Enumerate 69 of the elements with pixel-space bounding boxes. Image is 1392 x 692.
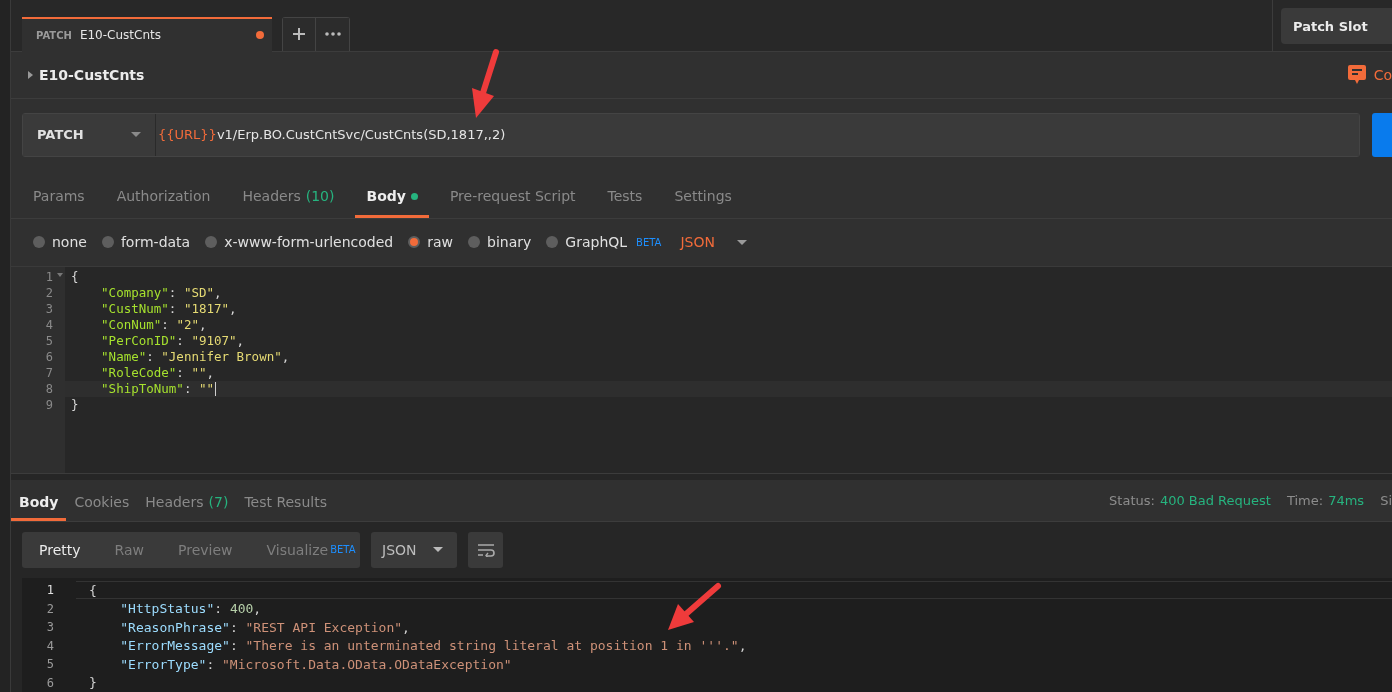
code-line: "ConNum": "2", [100, 316, 208, 333]
code-line: "PerConID": "9107", [100, 332, 246, 349]
fold-caret-icon[interactable] [57, 272, 63, 277]
request-tab[interactable]: PATCH E10-CustCnts [22, 16, 272, 52]
code-line: "ReasonPhrase": "REST API Exception", [119, 618, 411, 637]
line-number: 1 [45, 582, 55, 600]
wrap-lines-icon [476, 543, 495, 557]
request-section-tab[interactable]: Authorization [105, 171, 222, 218]
code-line: "RoleCode": "", [100, 364, 215, 381]
line-number: 6 [45, 674, 55, 692]
response-tab[interactable]: Test Results [236, 479, 335, 521]
request-section-tab[interactable]: Settings [663, 171, 743, 218]
plus-icon [292, 27, 306, 42]
wrap-lines-button[interactable] [468, 532, 503, 568]
new-tab-button[interactable] [283, 17, 316, 51]
body-type-radio[interactable]: raw [408, 234, 454, 251]
body-type-radio[interactable]: binary [468, 234, 532, 251]
code-line: { [70, 268, 80, 285]
code-line: "Name": "Jennifer Brown", [100, 348, 291, 365]
request-section-tab[interactable]: Params [22, 171, 96, 218]
line-number: 5 [45, 656, 55, 674]
line-number: 4 [44, 316, 54, 333]
response-meta: Status: 400 Bad Request [1109, 492, 1271, 508]
comments-label[interactable]: Co [1373, 66, 1392, 83]
body-type-radio[interactable]: x-www-form-urlencoded [205, 234, 394, 251]
expand-caret-icon[interactable] [28, 70, 33, 79]
annotation-arrow [668, 583, 721, 630]
caret-icon [433, 547, 443, 553]
environment-select[interactable]: Patch Slot [1281, 8, 1392, 44]
line-number: 8 [44, 380, 54, 397]
view-mode-button[interactable]: Pretty [22, 532, 98, 568]
code-line: "HttpStatus": 400, [119, 600, 263, 618]
code-line: "CustNum": "1817", [100, 300, 238, 317]
line-number: 7 [44, 364, 54, 381]
format-select[interactable]: JSON [680, 234, 747, 251]
annotation-arrow [472, 49, 499, 118]
code-line: } [88, 674, 98, 692]
send-button[interactable] [1372, 112, 1392, 157]
request-title: E10-CustCnts [39, 66, 146, 83]
more-icon [324, 32, 341, 37]
line-number: 4 [45, 637, 55, 655]
request-section-tab[interactable]: Tests [596, 171, 654, 218]
code-line: "ErrorType": "Microsoft.Data.OData.ODataException" [119, 655, 513, 674]
code-line: } [70, 396, 80, 413]
caret-icon [737, 239, 747, 245]
response-tab[interactable]: Headers (7) [137, 479, 237, 521]
code-line: { [76, 581, 1392, 600]
line-number: 9 [44, 396, 54, 413]
line-number: 2 [45, 600, 55, 618]
request-section-tab[interactable]: Pre-request Script [438, 171, 587, 218]
response-meta: Time: 74ms [1286, 492, 1365, 508]
response-format-select[interactable]: JSON [371, 532, 457, 568]
line-number: 1 [11, 268, 65, 285]
body-type-radio[interactable]: none [33, 234, 87, 251]
line-number: 3 [44, 300, 54, 317]
request-section-tab[interactable]: Headers (10) [231, 171, 346, 218]
tab-method: PATCH [36, 29, 72, 41]
code-line: "ErrorMessage": "There is an unterminated string literal at position 1 in '''.", [119, 637, 748, 655]
response-meta: Si [1380, 492, 1392, 508]
body-type-radio[interactable]: form-data [101, 234, 191, 251]
tab-name: E10-CustCnts [79, 28, 162, 43]
line-number: 2 [44, 284, 54, 301]
more-button[interactable] [316, 17, 349, 51]
line-number: 3 [45, 619, 55, 637]
line-number: 5 [44, 332, 54, 349]
comment-icon[interactable] [1347, 65, 1366, 85]
code-line: "Company": "SD", [100, 284, 223, 301]
line-number: 6 [44, 348, 54, 365]
response-tab[interactable]: Cookies [66, 479, 138, 521]
